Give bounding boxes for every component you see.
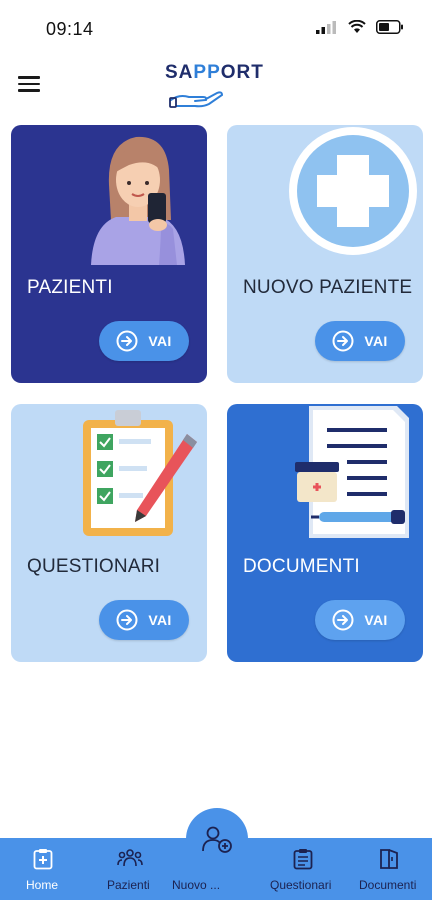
card-title: QUESTIONARI [27,556,161,577]
card-title: DOCUMENTI [243,556,360,577]
woman-phone-illustration [91,136,185,265]
arrow-circle-right-icon [332,609,354,631]
nav-label: Pazienti [107,878,150,892]
menu-button[interactable] [18,70,46,98]
vai-button[interactable]: VAI [99,321,189,361]
status-time: 09:14 [46,19,94,39]
vai-label: VAI [364,612,388,628]
status-icons [316,20,404,34]
wifi-icon [348,20,366,33]
add-user-icon [202,826,232,853]
nav-item-nuovo-fab[interactable] [186,808,248,870]
documents-illustration [295,406,409,538]
card-pazienti[interactable]: PAZIENTI VAI [11,125,207,383]
nav-item-questionari[interactable]: Questionari [268,838,338,900]
card-title: PAZIENTI [27,277,113,298]
arrow-circle-right-icon [116,609,138,631]
medical-plus-illustration [289,127,417,255]
status-bar: 09:14 [0,0,432,56]
nav-label: Documenti [359,878,417,892]
card-title: NUOVO PAZIENTE [243,277,413,298]
arrow-circle-right-icon [116,330,138,352]
nav-item-home[interactable]: Home [20,838,66,900]
app-logo: SAPPORT [165,62,269,110]
nav-label: Home [26,878,59,892]
book-icon [380,849,398,869]
card-nuovo-paziente[interactable]: NUOVO PAZIENTE VAI [227,125,423,383]
vai-label: VAI [148,333,172,349]
vai-button[interactable]: VAI [315,321,405,361]
clipboard-checklist-illustration [83,410,197,536]
card-questionari[interactable]: QUESTIONARI VAI [11,404,207,662]
hand-logo-icon [169,91,224,108]
vai-label: VAI [148,612,172,628]
nav-item-documenti[interactable]: Documenti [356,838,422,900]
vai-label: VAI [364,333,388,349]
arrow-circle-right-icon [332,330,354,352]
card-documenti[interactable]: DOCUMENTI VAI [227,404,423,662]
app-header: SAPPORT [0,56,432,114]
signal-icon [316,21,336,34]
nav-label-nuovo: Nuovo ... [172,878,221,892]
battery-icon [376,20,403,34]
people-icon [117,849,143,867]
hamburger-icon [18,76,40,79]
clipboard-icon [293,849,313,870]
nav-item-pazienti[interactable]: Pazienti [104,838,156,900]
vai-button[interactable]: VAI [99,600,189,640]
home-clipboard-icon [33,849,53,870]
nav-label: Questionari [270,878,332,892]
vai-button[interactable]: VAI [315,600,405,640]
